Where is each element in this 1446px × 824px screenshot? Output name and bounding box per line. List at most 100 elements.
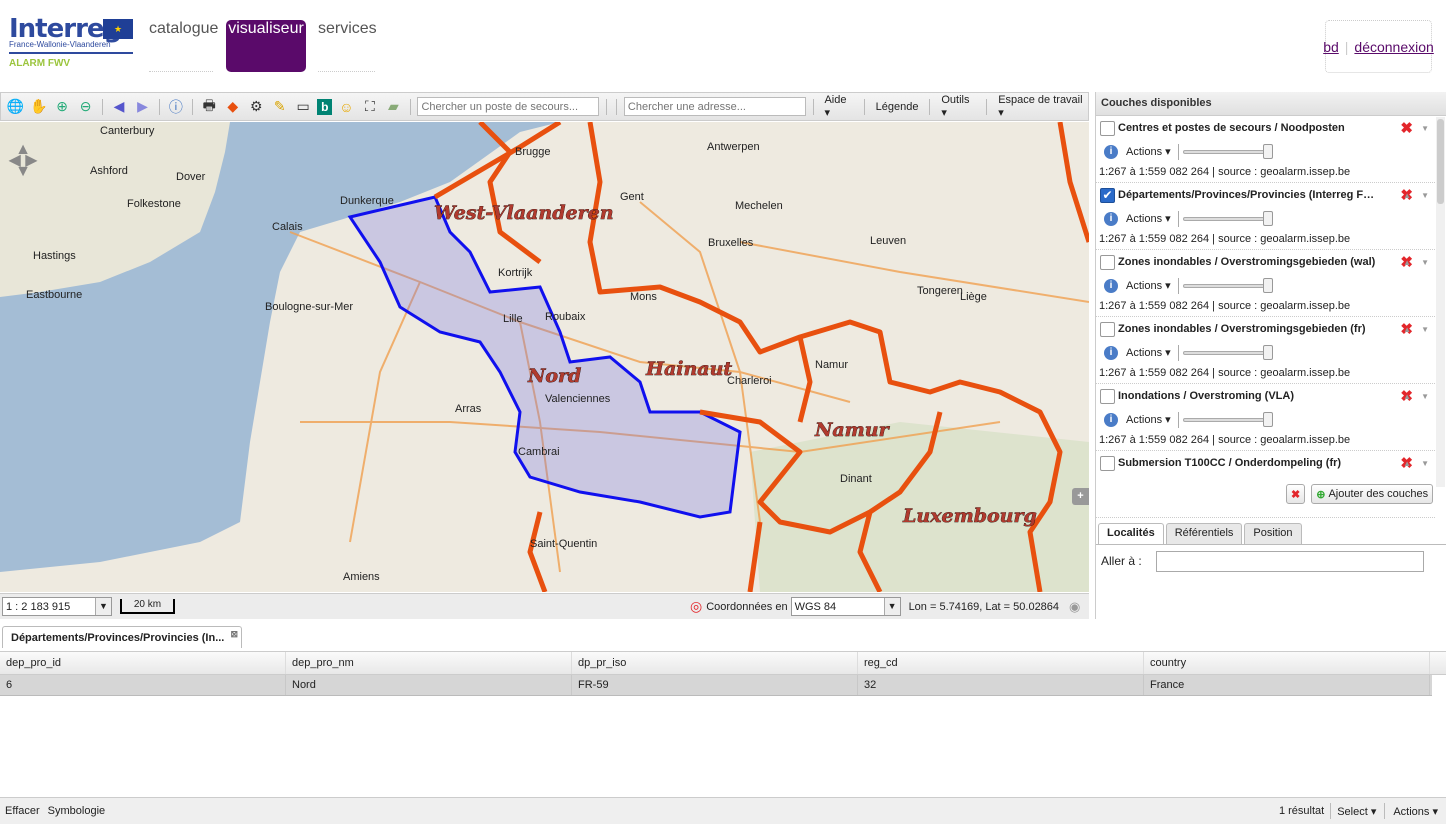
warning-sign-icon[interactable]: ◆ xyxy=(224,97,242,117)
pan-icon[interactable]: ✋ xyxy=(29,97,47,117)
move-down-icon[interactable]: ▼ xyxy=(1421,325,1429,334)
eu-flag-icon: ★ xyxy=(103,19,133,39)
move-down-icon[interactable]: ▼ xyxy=(1421,459,1429,468)
map-view[interactable]: Canterbury Brugge Antwerpen Dunkerque Calais… xyxy=(0,122,1089,592)
add-layers-button[interactable]: ⊕ Ajouter des couches xyxy=(1311,484,1434,504)
opacity-slider[interactable] xyxy=(1178,412,1274,428)
opacity-slider[interactable] xyxy=(1178,211,1274,227)
tab-position[interactable]: Position xyxy=(1244,523,1302,544)
move-up-icon[interactable]: ▲ xyxy=(1403,258,1411,267)
remove-layer-icon[interactable]: ✖ xyxy=(1400,119,1413,137)
overview-toggle-icon[interactable]: + xyxy=(1072,488,1089,505)
layer-checkbox[interactable]: ✔ xyxy=(1100,188,1115,203)
info-icon[interactable]: i xyxy=(1104,413,1118,427)
map-toolbar: 🌐 ✋ ⊕ ⊖ ◀ ▶ ⓘ 🖶 ◆ ⚙ ✎ ▭ b ☺ ⛶ ▰ Aide ▾ L… xyxy=(0,92,1089,121)
symbology-button[interactable]: Symbologie xyxy=(48,805,105,817)
nav-visualiseur[interactable]: visualiseur xyxy=(226,20,306,72)
separator xyxy=(1384,803,1386,819)
close-icon[interactable]: ⊠ xyxy=(230,629,238,640)
layer-actions-menu[interactable]: Actions ▾ xyxy=(1126,413,1171,426)
info-icon[interactable]: i xyxy=(1104,212,1118,226)
actions-label: Actions xyxy=(1126,414,1163,426)
scrollbar[interactable] xyxy=(1436,117,1445,487)
clear-button[interactable]: Effacer xyxy=(5,805,40,817)
move-up-icon[interactable]: ▲ xyxy=(1403,392,1411,401)
layer-checkbox[interactable] xyxy=(1100,389,1115,404)
measure-icon[interactable]: ▭ xyxy=(294,97,312,117)
layer-checkbox[interactable] xyxy=(1100,456,1115,471)
move-down-icon[interactable]: ▼ xyxy=(1421,191,1429,200)
layer-list: Centres et postes de secours / Noodposte… xyxy=(1096,116,1446,518)
bing-icon[interactable]: b xyxy=(317,98,333,115)
scale-select[interactable]: 1 : 2 183 915 ▼ xyxy=(2,597,112,616)
search-rescue-input[interactable] xyxy=(417,97,600,116)
info-icon[interactable]: i xyxy=(1104,346,1118,360)
column-header[interactable]: dp_pr_iso xyxy=(572,652,858,674)
move-down-icon[interactable]: ▼ xyxy=(1421,124,1429,133)
workspace-menu[interactable]: Espace de travail ▾ xyxy=(994,94,1088,119)
layer-checkbox[interactable] xyxy=(1100,255,1115,270)
help-menu[interactable]: Aide ▾ xyxy=(820,94,856,119)
move-up-icon[interactable]: ▲ xyxy=(1403,325,1411,334)
layer-actions-menu[interactable]: Actions ▾ xyxy=(1126,346,1171,359)
column-header[interactable]: reg_cd xyxy=(858,652,1144,674)
info-icon[interactable]: ⓘ xyxy=(167,97,185,117)
select-menu[interactable]: Select ▾ xyxy=(1337,805,1376,818)
nav-catalogue[interactable]: catalogue xyxy=(149,20,218,72)
tab-localites[interactable]: Localités xyxy=(1098,523,1164,544)
column-header[interactable]: country xyxy=(1144,652,1430,674)
opacity-slider[interactable] xyxy=(1178,144,1274,160)
crs-select[interactable]: WGS 84 ▼ xyxy=(790,597,901,616)
streetview-icon[interactable]: ☺ xyxy=(337,97,355,117)
layer-scale-source: 1:267 à 1:559 082 264 | source : geoalar… xyxy=(1099,166,1351,178)
layer-actions-menu[interactable]: Actions ▾ xyxy=(1126,145,1171,158)
place-label: Antwerpen xyxy=(707,141,760,153)
place-label: Namur xyxy=(815,359,848,371)
layer-actions-menu[interactable]: Actions ▾ xyxy=(1126,212,1171,225)
actions-menu[interactable]: Actions ▾ xyxy=(1393,805,1438,818)
info-icon[interactable]: i xyxy=(1104,145,1118,159)
remove-all-button[interactable]: ✖ xyxy=(1286,484,1306,504)
layer-checkbox[interactable] xyxy=(1100,322,1115,337)
opacity-slider[interactable] xyxy=(1178,278,1274,294)
next-icon[interactable]: ▶ xyxy=(133,97,151,117)
search-address-input[interactable] xyxy=(623,97,806,116)
column-header[interactable]: dep_pro_id xyxy=(0,652,286,674)
layer-actions-menu[interactable]: Actions ▾ xyxy=(1126,279,1171,292)
scale-bar: 20 km xyxy=(120,599,175,614)
separator xyxy=(606,98,607,115)
column-header[interactable]: dep_pro_nm xyxy=(286,652,572,674)
legend-button[interactable]: Légende xyxy=(872,101,923,113)
layer-scale-source: 1:267 à 1:559 082 264 | source : geoalar… xyxy=(1099,233,1351,245)
table-row[interactable]: 6 Nord FR-59 32 France xyxy=(0,675,1432,696)
settings-icon[interactable]: ⚙ xyxy=(247,97,265,117)
grid-header: dep_pro_id dep_pro_nm dp_pr_iso reg_cd count… xyxy=(0,651,1446,675)
locate-icon[interactable]: ◉ xyxy=(1069,599,1080,615)
nav-services[interactable]: services xyxy=(318,20,377,72)
target-icon[interactable]: ◎ xyxy=(690,598,702,615)
fullscreen-icon[interactable]: ⛶ xyxy=(361,97,379,117)
opacity-slider[interactable] xyxy=(1178,345,1274,361)
tools-menu[interactable]: Outils ▾ xyxy=(937,94,979,119)
layer-checkbox[interactable] xyxy=(1100,121,1115,136)
zoom-extent-icon[interactable]: 🌐 xyxy=(6,97,24,117)
move-up-icon[interactable]: ▲ xyxy=(1403,191,1411,200)
logout-link[interactable]: déconnexion xyxy=(1354,39,1433,55)
goto-input[interactable] xyxy=(1156,551,1424,572)
map-icon[interactable]: ▰ xyxy=(384,97,402,117)
pan-control[interactable]: ▲ ◀ ▶ ▼ xyxy=(6,142,40,180)
pencil-icon[interactable]: ✎ xyxy=(270,97,288,117)
move-down-icon[interactable]: ▼ xyxy=(1421,392,1429,401)
print-icon[interactable]: 🖶 xyxy=(200,97,218,117)
move-up-icon[interactable]: ▲ xyxy=(1403,459,1411,468)
tab-referentiels[interactable]: Référentiels xyxy=(1165,523,1243,544)
user-link[interactable]: bd xyxy=(1323,39,1339,55)
zoom-out-icon[interactable]: ⊖ xyxy=(76,97,94,117)
label-namur: Namur xyxy=(815,419,889,442)
previous-icon[interactable]: ◀ xyxy=(110,97,128,117)
grid-tab[interactable]: Départements/Provinces/Provincies (In...… xyxy=(2,626,242,648)
info-icon[interactable]: i xyxy=(1104,279,1118,293)
place-label: Calais xyxy=(272,221,303,233)
zoom-in-icon[interactable]: ⊕ xyxy=(53,97,71,117)
move-down-icon[interactable]: ▼ xyxy=(1421,258,1429,267)
